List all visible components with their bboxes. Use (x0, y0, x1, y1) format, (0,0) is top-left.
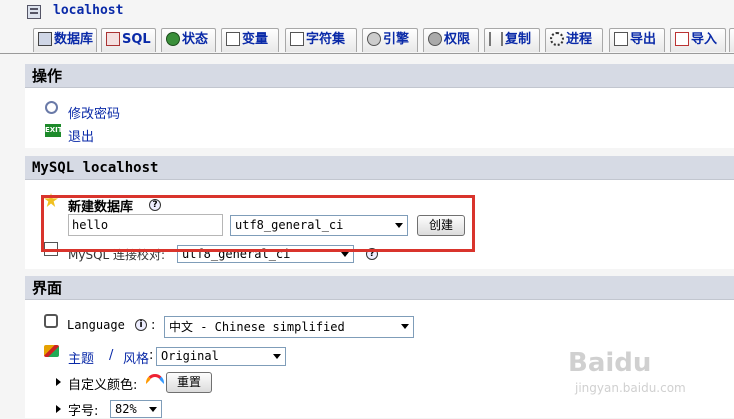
language-select[interactable]: 中文 - Chinese simplified (164, 316, 414, 338)
tab-status[interactable]: 状态 (161, 28, 216, 52)
font-size-label: 字号: (68, 404, 99, 419)
reset-color-button[interactable]: 重置 (166, 372, 212, 393)
tab-export[interactable]: 导出 (609, 28, 665, 52)
style-link[interactable]: 风格 (123, 348, 149, 367)
interface-panel: 界面 Language i : 中文 - Chinese simplified … (25, 276, 734, 419)
engine-icon (367, 32, 381, 46)
theme-link[interactable]: 主题 (68, 348, 94, 367)
expand-arrow-icon[interactable] (56, 405, 61, 413)
tab-replication[interactable]: 复制 (484, 28, 540, 52)
custom-color-label: 自定义颜色: (68, 378, 138, 393)
tab-more[interactable] (729, 28, 734, 52)
sql-icon (106, 32, 120, 46)
import-icon (675, 32, 689, 46)
tab-privileges[interactable]: 权限 (423, 28, 479, 52)
theme-select[interactable]: Original (156, 347, 286, 366)
rainbow-icon (146, 374, 164, 384)
tab-processes[interactable]: 进程 (545, 28, 603, 52)
label-colon: : (151, 318, 156, 333)
exit-icon: EXIT (45, 124, 63, 137)
theme-separator: / (109, 348, 114, 363)
theme-brush-icon (44, 345, 59, 357)
server-breadcrumb: localhost (0, 0, 734, 28)
chevron-down-icon (273, 354, 281, 359)
actions-title: 操作 (25, 64, 734, 88)
tab-engines[interactable]: 引擎 (362, 28, 418, 52)
actions-panel: 操作 修改密码 EXIT 退出 (25, 64, 734, 148)
change-password-link[interactable]: 修改密码 (68, 103, 120, 122)
database-icon (38, 32, 52, 46)
privileges-icon (428, 32, 442, 46)
info-icon[interactable]: i (135, 319, 147, 331)
process-icon (550, 32, 564, 46)
expand-arrow-icon[interactable] (56, 378, 61, 386)
tab-variables[interactable]: 变量 (221, 28, 279, 52)
main-tab-bar: 数据库 SQL 状态 变量 字符集 引擎 权限 复制 进程 导出 导入 (0, 28, 734, 54)
chevron-down-icon (149, 407, 157, 412)
language-icon (44, 314, 58, 328)
password-icon (45, 101, 58, 114)
watermark-logo: Baidu (568, 348, 652, 378)
charset-icon (290, 32, 304, 46)
mysql-title: MySQL localhost (25, 156, 734, 180)
language-label: Language (67, 318, 125, 332)
variables-icon (226, 32, 240, 46)
chevron-down-icon (401, 324, 409, 329)
status-icon (166, 32, 180, 46)
server-icon (27, 5, 41, 19)
tab-databases[interactable]: 数据库 (33, 28, 97, 52)
watermark-url: jingyan.baidu.com (575, 381, 686, 395)
highlight-box (41, 195, 475, 252)
chevron-down-icon (341, 252, 349, 257)
logout-link[interactable]: 退出 (68, 126, 94, 145)
tab-charsets[interactable]: 字符集 (285, 28, 357, 52)
tab-sql[interactable]: SQL (101, 28, 156, 52)
replication-icon (489, 32, 503, 46)
label-colon: : (149, 348, 154, 363)
server-link[interactable]: localhost (53, 3, 123, 18)
export-icon (614, 32, 628, 46)
interface-title: 界面 (25, 276, 734, 300)
font-size-select[interactable]: 82% (110, 400, 162, 418)
tab-import[interactable]: 导入 (670, 28, 726, 52)
